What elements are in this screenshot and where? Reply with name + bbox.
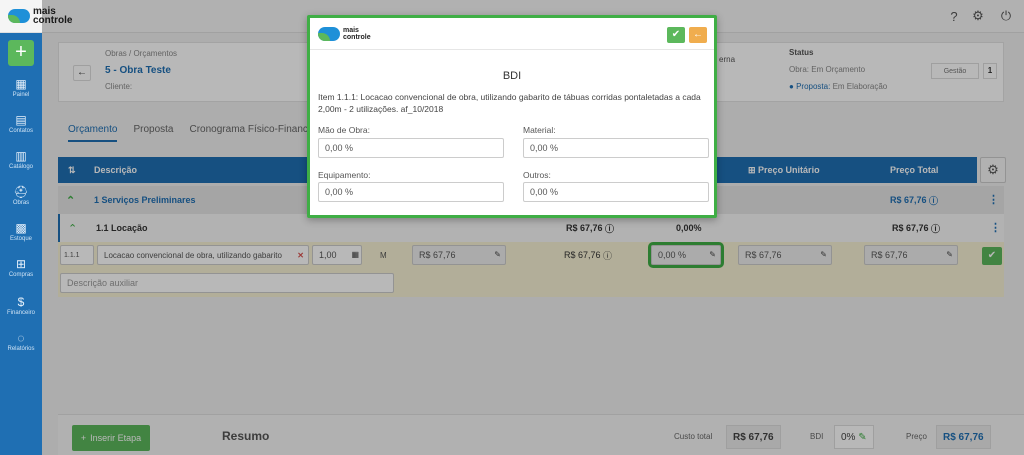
sidebar-item-label: Relatórios	[7, 346, 35, 352]
catalog-icon: ▥	[15, 149, 27, 163]
logo-text-line2: controle	[343, 34, 371, 41]
outros-label: Outros:	[523, 170, 551, 180]
sidebar-item-label: Estoque	[9, 236, 33, 242]
sidebar: + ▦ Painel ▤ Contatos ▥ Catálogo ⛑ Obras ▩ Es…	[0, 33, 42, 455]
logo-text-line1: mais	[343, 27, 359, 34]
sidebar-item-label: Contatos	[8, 128, 33, 134]
sidebar-item-label: Obras	[12, 200, 30, 206]
stock-icon: ▩	[15, 221, 27, 235]
sidebar-item-label: Compras	[8, 272, 34, 278]
dollar-icon: $	[17, 295, 25, 309]
dashboard-icon: ▦	[15, 77, 27, 91]
check-icon: ✔	[671, 29, 681, 40]
logo-cloud-icon	[8, 9, 30, 23]
modal-description: Item 1.1.1: Locacao convencional de obra…	[318, 92, 701, 114]
arrow-left-icon: ←	[693, 29, 703, 40]
modal-logo: mais controle	[318, 27, 371, 41]
sidebar-item-label: Painel	[12, 92, 30, 98]
bdi-modal: mais controle ✔ ← BDI Item 1.1.1: Locacao…	[307, 15, 717, 218]
modal-header: mais controle ✔ ←	[310, 18, 714, 50]
sidebar-item-label: Catálogo	[8, 164, 34, 170]
add-button[interactable]: +	[8, 40, 34, 66]
cart-icon: ⊞	[15, 257, 27, 271]
outros-input[interactable]: 0,00 %	[523, 182, 709, 202]
modal-confirm-button[interactable]: ✔	[667, 27, 685, 43]
sidebar-item-compras[interactable]: ⊞ Compras	[0, 257, 42, 278]
sidebar-item-catalogo[interactable]: ▥ Catálogo	[0, 149, 42, 170]
contacts-icon: ▤	[15, 113, 27, 127]
reports-icon: ◌	[17, 331, 25, 345]
mao-de-obra-input[interactable]: 0,00 %	[318, 138, 504, 158]
sidebar-item-financeiro[interactable]: $ Financeiro	[0, 295, 42, 316]
sidebar-item-estoque[interactable]: ▩ Estoque	[0, 221, 42, 242]
sidebar-item-relatorios[interactable]: ◌ Relatórios	[0, 331, 42, 352]
sidebar-item-painel[interactable]: ▦ Painel	[0, 77, 42, 98]
logo-cloud-icon	[318, 27, 340, 41]
helmet-icon: ⛑	[13, 185, 29, 199]
sidebar-item-contatos[interactable]: ▤ Contatos	[0, 113, 42, 134]
equipamento-input[interactable]: 0,00 %	[318, 182, 504, 202]
equipamento-label: Equipamento:	[318, 170, 371, 180]
mao-de-obra-label: Mão de Obra:	[318, 125, 370, 135]
sidebar-item-obras[interactable]: ⛑ Obras	[0, 185, 42, 206]
material-input[interactable]: 0,00 %	[523, 138, 709, 158]
modal-back-button[interactable]: ←	[689, 27, 707, 43]
sidebar-item-label: Financeiro	[6, 310, 35, 316]
material-label: Material:	[523, 125, 556, 135]
modal-title: BDI	[502, 70, 522, 82]
